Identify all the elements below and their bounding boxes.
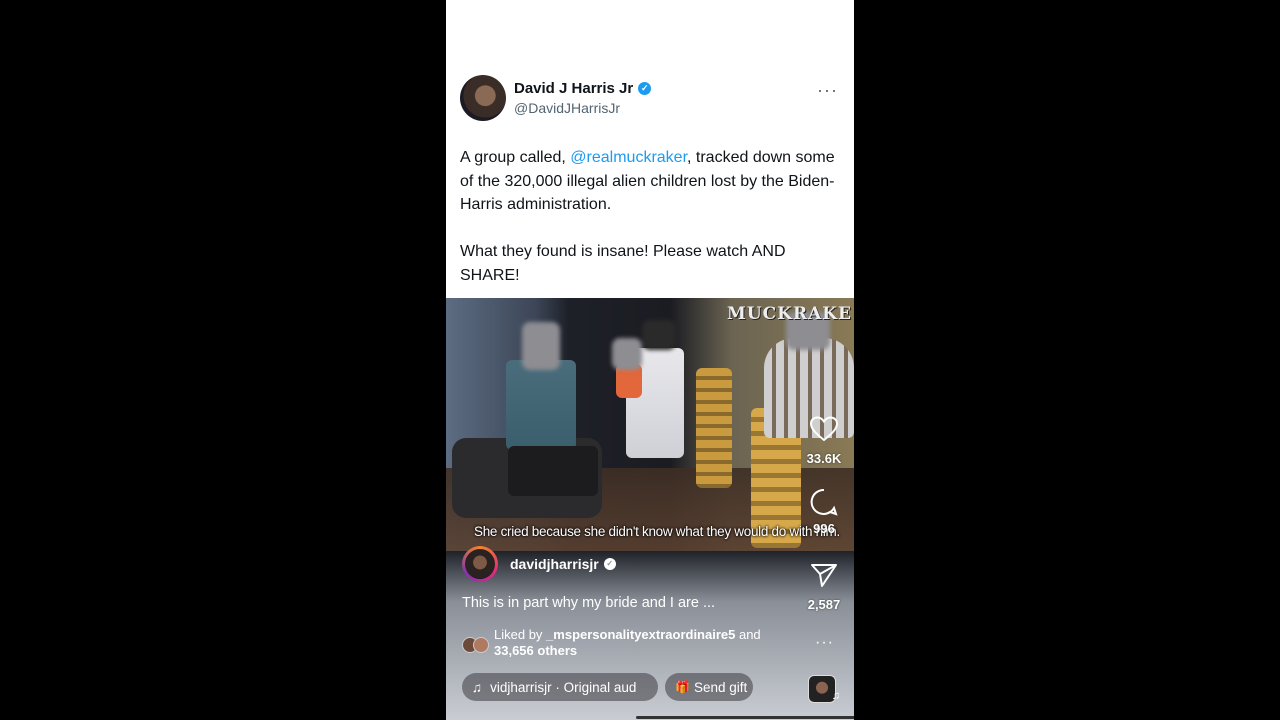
liked-by-avatars: [462, 637, 490, 653]
gift-icon: 🎁: [675, 680, 690, 694]
ig-verified-icon: ✓: [603, 558, 616, 570]
ig-avatar-image: [465, 549, 495, 579]
comment-icon: [810, 488, 838, 516]
like-count: 33.6K: [806, 451, 842, 466]
share-count: 2,587: [807, 597, 841, 612]
music-note-icon: ♫: [472, 679, 483, 695]
comment-button[interactable]: 996: [802, 488, 846, 536]
liked-prefix: Liked by: [494, 627, 547, 642]
liked-avatar: [473, 637, 489, 653]
ig-username-row[interactable]: davidjharrisjr ✓: [510, 556, 616, 572]
tweet-paragraph-1: A group called, @realmuckraker, tracked …: [460, 146, 845, 217]
original-audio-pill[interactable]: ♫ vidjharrisjr · Original aud: [462, 673, 658, 701]
heart-icon: [809, 416, 839, 442]
comment-count: 996: [813, 521, 835, 536]
tweet-more-icon[interactable]: ···: [817, 80, 838, 101]
liked-others[interactable]: 33,656 others: [494, 643, 577, 658]
tweet-mention-link[interactable]: @realmuckraker: [570, 149, 687, 166]
tweet-handle[interactable]: @DavidJHarrisJr: [514, 100, 620, 116]
send-gift-button[interactable]: 🎁 Send gift: [665, 673, 753, 701]
audio-note-icon: ♫: [831, 690, 840, 702]
tweet-name-row: David J Harris Jr ✓: [514, 80, 652, 97]
phone-screen: David J Harris Jr ✓ @DavidJHarrisJr ··· …: [446, 0, 854, 720]
post-more-icon[interactable]: ···: [815, 634, 834, 652]
liked-user[interactable]: _mspersonalityextraordinaire5: [546, 627, 735, 642]
like-button[interactable]: 33.6K: [802, 416, 846, 466]
video-person-man-shorts: [508, 446, 598, 496]
video-chair: [696, 368, 732, 488]
tweet-paragraph-2: What they found is insane! Please watch …: [460, 243, 786, 284]
ig-username[interactable]: davidjharrisjr: [510, 556, 599, 572]
tweet-display-name[interactable]: David J Harris Jr: [514, 80, 633, 97]
ig-avatar[interactable]: [462, 546, 498, 582]
ig-caption[interactable]: This is in part why my bride and I are .…: [462, 595, 715, 611]
tweet-header: David J Harris Jr ✓ @DavidJHarrisJr ···: [460, 75, 840, 125]
liked-by-text[interactable]: Liked by _mspersonalityextraordinaire5 a…: [494, 627, 794, 659]
video-face-blur: [522, 322, 560, 370]
liked-suffix: and: [735, 627, 761, 642]
send-gift-label: Send gift: [693, 679, 748, 695]
audio-label: vidjharrisjr · Original aud: [490, 679, 637, 695]
tweet-avatar[interactable]: [460, 75, 506, 121]
video-watermark: MUCKRAKE: [727, 304, 852, 324]
home-indicator: [636, 716, 854, 719]
verified-badge-icon: ✓: [638, 82, 652, 95]
tweet-body: A group called, @realmuckraker, tracked …: [460, 146, 845, 287]
video-face-blur: [642, 320, 676, 350]
video-subtitle: She cried because she didn't know what t…: [474, 524, 840, 539]
video-person-man: [506, 360, 576, 450]
tweet-text-before: A group called,: [460, 149, 571, 166]
send-icon: [811, 564, 837, 587]
share-button[interactable]: 2,587: [802, 562, 846, 612]
video-face-blur: [612, 338, 642, 370]
